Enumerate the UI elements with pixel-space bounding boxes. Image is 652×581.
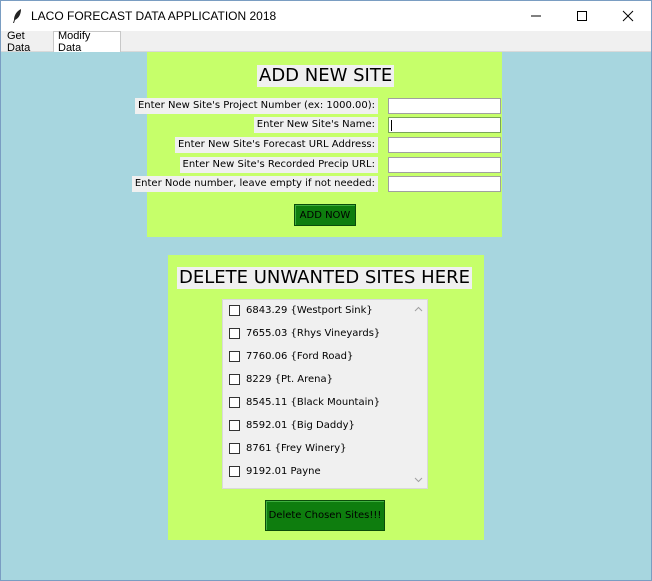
project-number-label: Enter New Site's Project Number (ex: 100… — [134, 98, 378, 114]
site-checkbox[interactable] — [229, 419, 240, 431]
delete-sites-panel: DELETE UNWANTED SITES HERE 6843.29 {West… — [168, 255, 484, 540]
site-label: 7760.06 {Ford Road} — [246, 350, 354, 362]
text-caret — [391, 120, 392, 131]
site-checkbox[interactable] — [229, 350, 240, 362]
site-list-item[interactable]: 8761 {Frey Winery} — [229, 438, 346, 458]
minimize-button[interactable] — [513, 1, 559, 31]
site-list-item[interactable]: 7655.03 {Rhys Vineyards} — [229, 323, 380, 343]
scroll-up-button[interactable] — [410, 300, 427, 317]
site-checkbox[interactable] — [229, 373, 240, 385]
forecast-url-field[interactable] — [388, 137, 501, 153]
site-list-item[interactable]: 8592.01 {Big Daddy} — [229, 415, 355, 435]
close-button[interactable] — [605, 1, 651, 31]
forecast-url-label: Enter New Site's Forecast URL Address: — [174, 137, 378, 153]
site-name-label: Enter New Site's Name: — [253, 117, 378, 133]
node-number-field[interactable] — [388, 176, 501, 192]
site-label: 8229 {Pt. Arena} — [246, 373, 334, 385]
site-checkbox[interactable] — [229, 304, 240, 316]
delete-chosen-sites-button[interactable]: Delete Chosen Sites!!! — [265, 500, 385, 531]
tab-bar: Get Data Modify Data — [1, 30, 651, 54]
list-scrollbar[interactable] — [410, 300, 427, 488]
maximize-icon — [577, 11, 587, 21]
site-list-item[interactable]: 6843.29 {Westport Sink} — [229, 300, 373, 320]
window-title: LACO FORECAST DATA APPLICATION 2018 — [31, 9, 277, 23]
site-list-item[interactable]: 9192.01 Payne — [229, 461, 321, 481]
site-label: 9192.01 Payne — [246, 465, 321, 477]
site-label: 8592.01 {Big Daddy} — [246, 419, 355, 431]
site-label: 8545.11 {Black Mountain} — [246, 396, 381, 408]
site-checkbox[interactable] — [229, 396, 240, 408]
close-icon — [622, 10, 634, 22]
site-checkbox[interactable] — [229, 327, 240, 339]
site-label: 8761 {Frey Winery} — [246, 442, 347, 454]
delete-sites-heading: DELETE UNWANTED SITES HERE — [177, 267, 472, 289]
site-checkbox[interactable] — [229, 465, 240, 477]
node-number-label: Enter Node number, leave empty if not ne… — [131, 176, 378, 192]
maximize-button[interactable] — [559, 1, 605, 31]
site-name-field[interactable] — [388, 117, 501, 133]
app-window: LACO FORECAST DATA APPLICATION 2018 Get … — [0, 0, 652, 581]
tab-get-data[interactable]: Get Data — [3, 30, 53, 54]
site-list-item[interactable]: 8229 {Pt. Arena} — [229, 369, 333, 389]
site-checklist[interactable]: 6843.29 {Westport Sink} 7655.03 {Rhys Vi… — [222, 299, 428, 489]
minimize-icon — [531, 15, 541, 17]
add-site-panel: ADD NEW SITE Enter New Site's Project Nu… — [131, 52, 502, 237]
modify-data-page: ADD NEW SITE Enter New Site's Project Nu… — [1, 52, 651, 580]
scroll-down-button[interactable] — [410, 471, 427, 488]
feather-icon — [13, 9, 21, 23]
project-number-field[interactable] — [388, 98, 501, 114]
precip-url-label: Enter New Site's Recorded Precip URL: — [179, 157, 378, 173]
site-list-item[interactable]: 8545.11 {Black Mountain} — [229, 392, 380, 412]
title-bar[interactable]: LACO FORECAST DATA APPLICATION 2018 — [1, 1, 651, 31]
site-checkbox[interactable] — [229, 442, 240, 454]
scroll-down-icon — [414, 477, 423, 482]
add-now-button[interactable]: ADD NOW — [294, 204, 356, 226]
site-label: 7655.03 {Rhys Vineyards} — [246, 327, 381, 339]
precip-url-field[interactable] — [388, 157, 501, 173]
scroll-up-icon — [414, 306, 423, 311]
tab-modify-data[interactable]: Modify Data — [53, 30, 121, 54]
site-list-item[interactable]: 7760.06 {Ford Road} — [229, 346, 353, 366]
site-label: 6843.29 {Westport Sink} — [246, 304, 373, 316]
add-site-heading: ADD NEW SITE — [257, 65, 395, 87]
